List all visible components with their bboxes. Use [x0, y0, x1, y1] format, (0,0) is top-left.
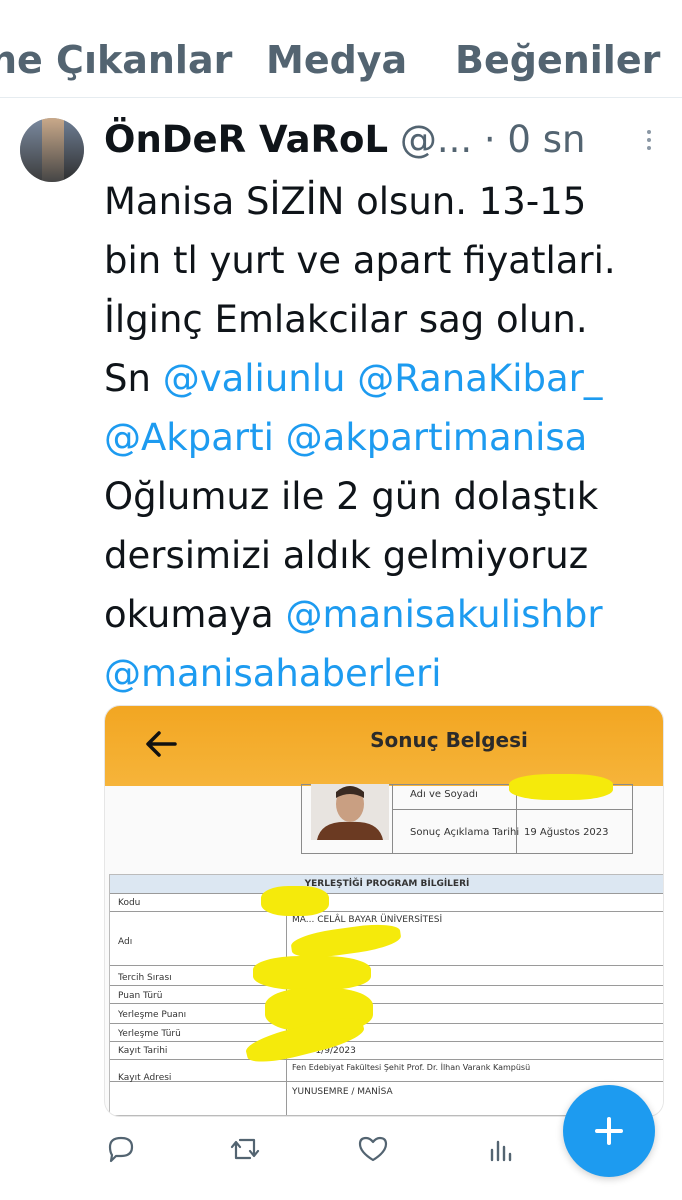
mention-link[interactable]: @Akparti [104, 416, 274, 459]
attached-image[interactable]: Sonuç Belgesi Adı ve Soyadı Sonuç Açıkla… [104, 705, 664, 1117]
redaction-mark [509, 774, 613, 800]
tweet-text: Manisa SİZİN olsun. 13-15 bin tl yurt ve… [104, 172, 676, 703]
row-label-kayit-tarihi: Kayıt Tarihi [118, 1046, 168, 1056]
university-name: MA... CELÂL BAYAR ÜNİVERSİTESİ [292, 915, 443, 925]
program-info-table: YERLEŞTİĞİ PROGRAM BİLGİLERİ Kodu Adı Te… [109, 874, 663, 1116]
mention-link[interactable]: @akpartimanisa [286, 416, 588, 459]
redaction-mark [253, 956, 371, 990]
views-icon[interactable] [484, 1132, 518, 1166]
name-label: Adı ve Soyadı [410, 789, 478, 800]
mention-link[interactable]: @manisakulishbr [285, 593, 602, 636]
tweet-actions [104, 1132, 544, 1172]
mention-link[interactable]: @valiunlu [163, 357, 346, 400]
compose-button[interactable] [563, 1085, 655, 1177]
author-name[interactable]: ÖnDeR VaRoL [104, 118, 388, 161]
row-label-tercih: Tercih Sırası [118, 973, 172, 983]
row-label-yerlesme-puani: Yerleşme Puanı [118, 1010, 187, 1020]
tab-highlights[interactable]: ne Çıkanlar [0, 38, 232, 82]
author-handle[interactable]: @... [400, 118, 472, 161]
tab-likes[interactable]: Beğeniler [455, 38, 660, 82]
row-label-kodu: Kodu [118, 898, 141, 908]
redaction-mark [261, 886, 329, 916]
row-label-yerlesme-turu: Yerleşme Türü [118, 1029, 181, 1039]
tab-media[interactable]: Medya [266, 38, 407, 82]
mention-link[interactable]: @RanaKibar_ [357, 357, 602, 400]
registration-address: Fen Edebiyat Fakültesi Şehit Prof. Dr. İ… [292, 1063, 531, 1072]
registration-city: YUNUSEMRE / MANİSA [292, 1087, 393, 1097]
program-header: YERLEŞTİĞİ PROGRAM BİLGİLERİ [110, 875, 663, 893]
heart-icon[interactable] [356, 1132, 390, 1166]
mention-link[interactable]: @manisahaberleri [104, 652, 442, 695]
tweet-header: ÖnDeR VaRoL @... · 0 sn [104, 118, 585, 168]
row-label-puan-turu: Puan Türü [118, 991, 163, 1001]
reply-icon[interactable] [104, 1132, 138, 1166]
row-label-adi: Adı [118, 937, 133, 947]
plus-icon [595, 1117, 623, 1145]
profile-tabs: ne Çıkanlar Medya Beğeniler [0, 0, 682, 98]
avatar[interactable] [20, 118, 84, 182]
student-photo [311, 784, 389, 840]
separator: · [483, 118, 496, 161]
retweet-icon[interactable] [228, 1132, 262, 1166]
result-date-label: Sonuç Açıklama Tarihi [410, 827, 520, 838]
card-title: Sonuç Belgesi [370, 728, 528, 752]
more-options-icon[interactable] [641, 126, 657, 156]
timestamp[interactable]: 0 sn [507, 118, 585, 161]
row-label-kayit-adresi: Kayıt Adresi [118, 1073, 172, 1083]
result-date: 19 Ağustos 2023 [524, 827, 609, 838]
